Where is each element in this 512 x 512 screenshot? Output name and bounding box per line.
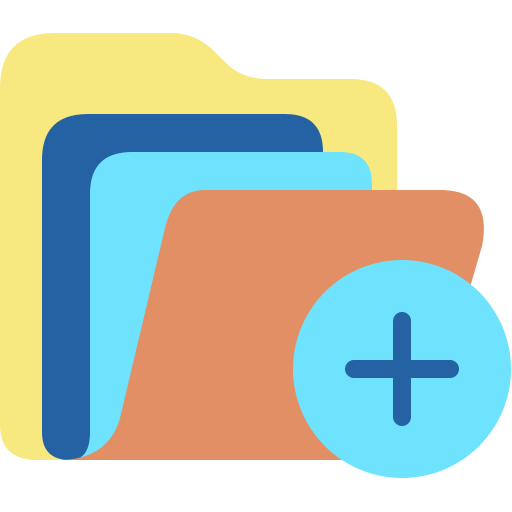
add-folder-icon: [0, 0, 512, 512]
add-folder-graphic: [0, 33, 511, 478]
